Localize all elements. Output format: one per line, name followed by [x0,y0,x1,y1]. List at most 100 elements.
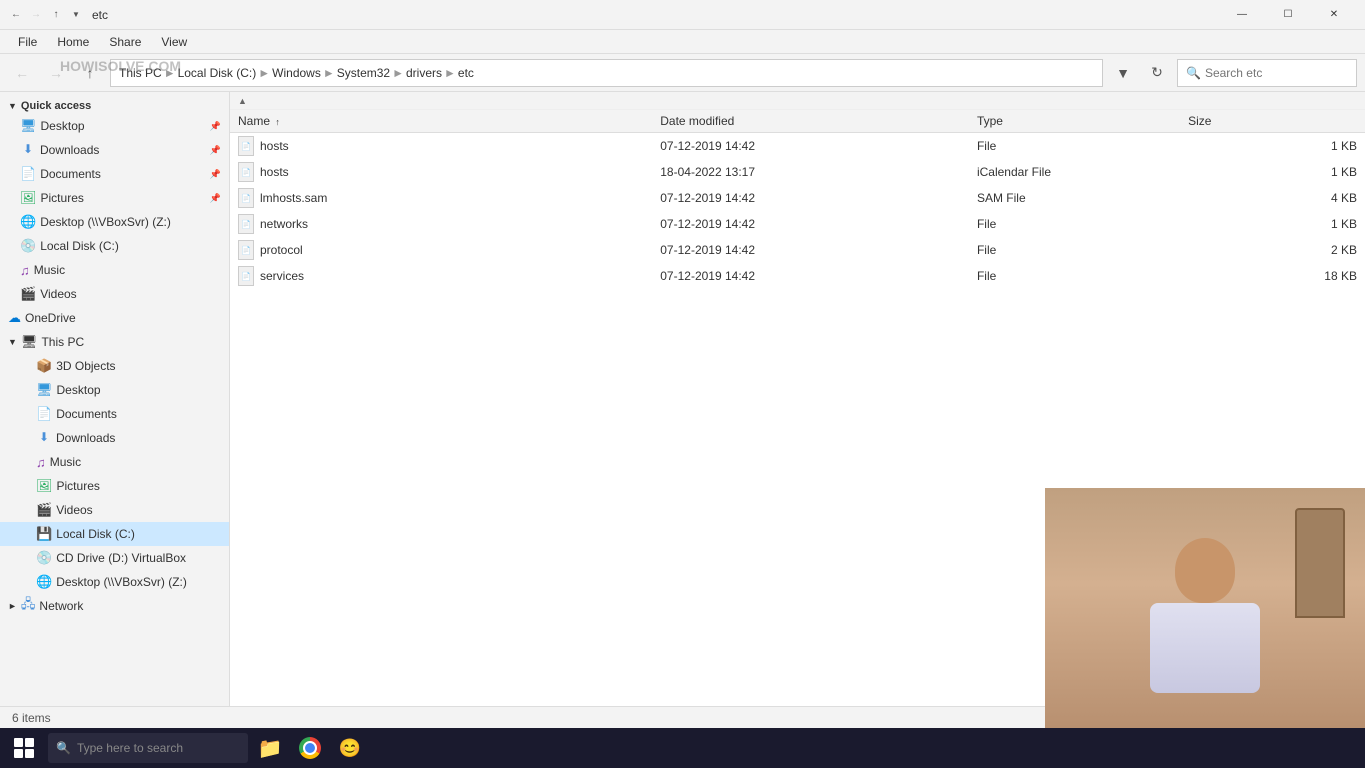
nav-forward-button[interactable]: → [42,59,70,87]
recent-icon[interactable]: ▼ [68,7,84,23]
title-bar: ← → ↑ ▼ etc — ☐ ✕ [0,0,1365,30]
sidebar-item-documents-thispc[interactable]: 📄 Documents [0,402,229,426]
table-row[interactable]: 📄 hosts 18-04-2022 13:17 iCalendar File … [230,159,1365,185]
path-drivers[interactable]: drivers [406,66,442,80]
pin-icon: 📌 [210,121,221,132]
thispc-icon: 🖥 [21,334,38,350]
sidebar-item-vboxsvr[interactable]: 🌐 Desktop (\\VBoxSvr) (Z:) [0,570,229,594]
up-icon[interactable]: ↑ [48,7,64,23]
sidebar-item-downloads[interactable]: ⬇ Downloads 📌 [0,138,229,162]
file-icon: 📄 [238,136,254,156]
file-name-cell: 📄 lmhosts.sam [238,188,660,208]
person-silhouette [1045,488,1365,728]
sidebar-item-localdisk-thispc[interactable]: 💾 Local Disk (C:) [0,522,229,546]
taskbar-file-explorer[interactable]: 📁 [252,730,288,766]
minimize-button[interactable]: — [1219,0,1265,30]
path-localdisk[interactable]: Local Disk (C:) [178,66,257,80]
file-type: File [977,139,1188,153]
col-type[interactable]: Type [977,114,1188,128]
sidebar-item-onedrive[interactable]: ☁ OneDrive [0,306,229,330]
menu-home[interactable]: Home [47,30,99,54]
sidebar-item-music-quick[interactable]: ♫ Music [0,258,229,282]
path-thispc[interactable]: This PC [119,66,162,80]
sidebar-item-documents[interactable]: 📄 Documents 📌 [0,162,229,186]
sidebar-item-3dobjects[interactable]: 📦 3D Objects [0,354,229,378]
table-row[interactable]: 📄 services 07-12-2019 14:42 File 18 KB [230,263,1365,289]
sidebar-item-music-thispc[interactable]: ♫ Music [0,450,229,474]
back-icon[interactable]: ← [8,7,24,23]
sidebar-item-network[interactable]: ► 🖧 Network [0,594,229,618]
sidebar-quickaccess-header[interactable]: ▼ Quick access [0,96,229,114]
file-size: 1 KB [1188,217,1357,231]
file-type: SAM File [977,191,1188,205]
file-date: 18-04-2022 13:17 [660,165,977,179]
desktop-icon: 🖥 [20,118,37,134]
doc-icon: 📄 [20,166,36,182]
table-row[interactable]: 📄 networks 07-12-2019 14:42 File 1 KB [230,211,1365,237]
table-row[interactable]: 📄 lmhosts.sam 07-12-2019 14:42 SAM File … [230,185,1365,211]
windows-logo [14,738,34,758]
chevron-thispc-icon: ▼ [8,337,17,347]
dropdown-button[interactable]: ▼ [1109,59,1137,87]
sidebar-item-desktop-thispc[interactable]: 🖥 Desktop [0,378,229,402]
address-path[interactable]: This PC ► Local Disk (C:) ► Windows ► Sy… [110,59,1103,87]
start-button[interactable] [4,728,44,768]
maximize-button[interactable]: ☐ [1265,0,1311,30]
col-size[interactable]: Size [1188,114,1357,128]
search-box[interactable]: 🔍 [1177,59,1357,87]
file-icon: 📄 [238,214,254,234]
file-name-cell: 📄 services [238,266,660,286]
file-type: iCalendar File [977,165,1188,179]
sidebar-item-videos-quick[interactable]: 🎬 Videos [0,282,229,306]
sidebar-item-downloads-thispc[interactable]: ⬇ Downloads [0,426,229,450]
window-title: etc [92,8,1219,22]
close-button[interactable]: ✕ [1311,0,1357,30]
path-system32[interactable]: System32 [337,66,390,80]
desktop-icon2: 🖥 [36,382,53,398]
network-icon-main: 🖧 [21,595,36,617]
sort-toggle-icon[interactable]: ▲ [238,96,247,106]
search-input[interactable] [1205,66,1348,80]
file-type: File [977,217,1188,231]
taskbar-emoji-icon[interactable]: 😊 [332,730,368,766]
chevron-icon: ▼ [8,101,17,111]
file-name: hosts [260,165,289,179]
taskbar: 🔍 Type here to search 📁 😊 [0,728,1365,768]
path-etc[interactable]: etc [458,66,474,80]
sidebar-item-thispc[interactable]: ▼ 🖥 This PC [0,330,229,354]
sidebar-item-pictures-thispc[interactable]: 🖼 Pictures [0,474,229,498]
sidebar-item-desktop[interactable]: 🖥 Desktop 📌 [0,114,229,138]
file-icon: 📄 [238,240,254,260]
file-icon: 📄 [238,266,254,286]
file-size: 2 KB [1188,243,1357,257]
sidebar-item-cdrom[interactable]: 💿 CD Drive (D:) VirtualBox [0,546,229,570]
forward-icon[interactable]: → [28,7,44,23]
menu-share[interactable]: Share [99,30,151,54]
refresh-button[interactable]: ↻ [1143,59,1171,87]
file-name: networks [260,217,308,231]
sidebar-item-vbox-desktop[interactable]: 🌐 Desktop (\\VBoxSvr) (Z:) [0,210,229,234]
table-row[interactable]: 📄 hosts 07-12-2019 14:42 File 1 KB [230,133,1365,159]
webcam-overlay [1045,488,1365,728]
file-list-header: Name ↑ Date modified Type Size [230,110,1365,133]
music-icon: ♫ [20,263,30,278]
nav-up-button[interactable]: ↑ [76,59,104,87]
table-row[interactable]: 📄 protocol 07-12-2019 14:42 File 2 KB [230,237,1365,263]
col-date[interactable]: Date modified [660,114,977,128]
sidebar-item-videos-thispc[interactable]: 🎬 Videos [0,498,229,522]
nav-back-button[interactable]: ← [8,59,36,87]
menu-file[interactable]: File [8,30,47,54]
webcam-bg [1045,488,1365,728]
file-type: File [977,243,1188,257]
col-name[interactable]: Name ↑ [238,114,660,128]
sort-toggle-bar: ▲ [230,92,1365,110]
sidebar-item-localdisk-quick[interactable]: 💿 Local Disk (C:) [0,234,229,258]
menu-bar: File Home Share View [0,30,1365,54]
drive-icon-quick: 💿 [20,238,36,254]
path-windows[interactable]: Windows [272,66,321,80]
sidebar-item-pictures[interactable]: 🖼 Pictures 📌 [0,186,229,210]
taskbar-chrome[interactable] [292,730,328,766]
taskbar-search[interactable]: 🔍 Type here to search [48,733,248,763]
file-name: hosts [260,139,289,153]
menu-view[interactable]: View [151,30,197,54]
